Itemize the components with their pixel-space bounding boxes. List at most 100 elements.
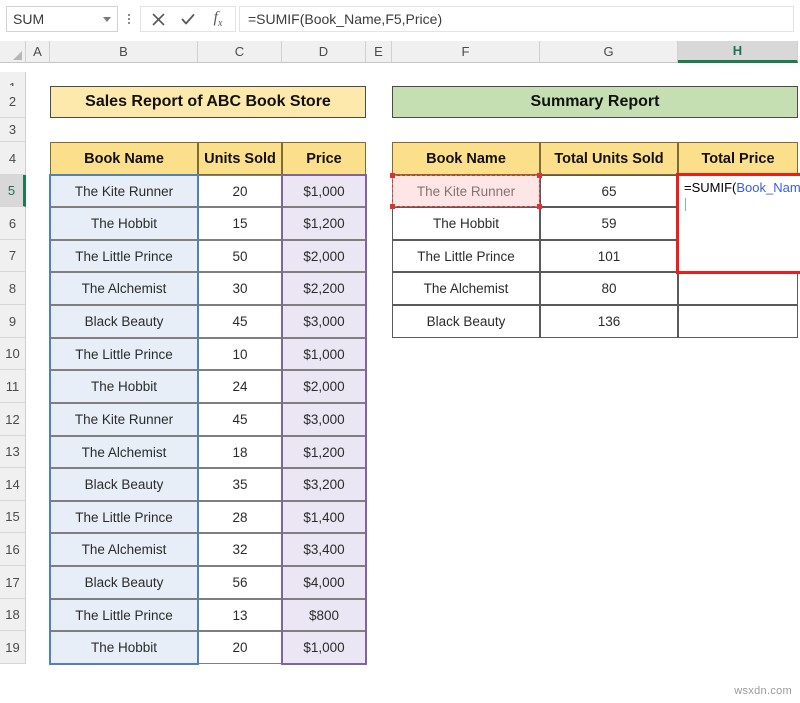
column-header-e[interactable]: E	[366, 41, 392, 63]
left-table-row-8-price[interactable]: $3,000	[282, 403, 366, 436]
summary-table-header-total-price[interactable]: Total Price	[678, 142, 798, 175]
summary-row-4-units[interactable]: 80	[540, 272, 678, 305]
left-table-row-15-units[interactable]: 20	[198, 631, 282, 664]
left-table-row-13-price[interactable]: $4,000	[282, 566, 366, 599]
formula-editing-cell-h5[interactable]: =SUMIF(Book_Name,F5,Price)	[676, 173, 800, 274]
left-table-row-1-units[interactable]: 20	[198, 175, 282, 207]
left-table-row-6-units[interactable]: 10	[198, 338, 282, 370]
row-header-19[interactable]: 19	[0, 631, 26, 664]
confirm-icon[interactable]	[173, 7, 203, 31]
summary-row-2-book[interactable]: The Hobbit	[392, 207, 540, 240]
select-all-corner[interactable]	[0, 41, 26, 63]
column-header-c[interactable]: C	[198, 41, 282, 63]
summary-row-1-units[interactable]: 65	[540, 175, 678, 207]
left-table-row-10-price[interactable]: $3,200	[282, 468, 366, 501]
left-table-row-1-price[interactable]: $1,000	[282, 175, 366, 207]
row-header-8[interactable]: 8	[0, 272, 26, 305]
summary-row-5-book[interactable]: Black Beauty	[392, 305, 540, 338]
left-table-row-14-price[interactable]: $800	[282, 599, 366, 631]
left-table-row-5-units[interactable]: 45	[198, 305, 282, 338]
left-table-row-15-book[interactable]: The Hobbit	[50, 631, 198, 664]
summary-row-4-book[interactable]: The Alchemist	[392, 272, 540, 305]
summary-row-5-total[interactable]	[678, 305, 798, 338]
left-table-row-12-price[interactable]: $3,400	[282, 533, 366, 566]
row-header-2[interactable]: 2	[0, 86, 26, 118]
column-header-a[interactable]: A	[26, 41, 50, 63]
row-header-14[interactable]: 14	[0, 468, 26, 501]
row-header-6[interactable]: 6	[0, 207, 26, 240]
left-table-title[interactable]: Sales Report of ABC Book Store	[50, 86, 366, 118]
left-table-row-9-price[interactable]: $1,200	[282, 436, 366, 468]
left-table-row-6-book[interactable]: The Little Prince	[50, 338, 198, 370]
row-header-17[interactable]: 17	[0, 566, 26, 599]
left-table-row-2-price[interactable]: $1,200	[282, 207, 366, 240]
row-header-3[interactable]: 3	[0, 118, 26, 142]
summary-row-5-units[interactable]: 136	[540, 305, 678, 338]
left-table-row-9-units[interactable]: 18	[198, 436, 282, 468]
left-table-row-2-units[interactable]: 15	[198, 207, 282, 240]
column-header-f[interactable]: F	[392, 41, 540, 63]
spreadsheet-grid: ABCDEFGH 12345678910111213141516171819 S…	[0, 41, 800, 703]
left-table-row-13-units[interactable]: 56	[198, 566, 282, 599]
summary-table-title[interactable]: Summary Report	[392, 86, 798, 118]
left-table-row-6-price[interactable]: $1,000	[282, 338, 366, 370]
left-table-row-7-book[interactable]: The Hobbit	[50, 370, 198, 403]
left-table-row-3-units[interactable]: 50	[198, 240, 282, 272]
summary-table-header-book-name[interactable]: Book Name	[392, 142, 540, 175]
left-table-row-5-book[interactable]: Black Beauty	[50, 305, 198, 338]
row-header-15[interactable]: 15	[0, 501, 26, 533]
left-table-row-9-book[interactable]: The Alchemist	[50, 436, 198, 468]
left-table-header-units-sold[interactable]: Units Sold	[198, 142, 282, 175]
summary-row-3-units[interactable]: 101	[540, 240, 678, 272]
cancel-icon[interactable]	[143, 7, 173, 31]
left-table-row-4-book[interactable]: The Alchemist	[50, 272, 198, 305]
summary-table-header-total-units-sold[interactable]: Total Units Sold	[540, 142, 678, 175]
formula-input[interactable]: =SUMIF(Book_Name,F5,Price)	[239, 6, 794, 32]
left-table-row-14-book[interactable]: The Little Prince	[50, 599, 198, 631]
left-table-row-8-units[interactable]: 45	[198, 403, 282, 436]
row-header-18[interactable]: 18	[0, 599, 26, 631]
row-header-11[interactable]: 11	[0, 370, 26, 403]
left-table-row-14-units[interactable]: 13	[198, 599, 282, 631]
selected-cell-f5[interactable]	[392, 175, 540, 207]
left-table-row-15-price[interactable]: $1,000	[282, 631, 366, 664]
left-table-row-10-units[interactable]: 35	[198, 468, 282, 501]
row-header-7[interactable]: 7	[0, 240, 26, 272]
fx-icon[interactable]: fx	[203, 7, 233, 31]
row-header-13[interactable]: 13	[0, 436, 26, 468]
left-table-row-12-book[interactable]: The Alchemist	[50, 533, 198, 566]
summary-row-3-book[interactable]: The Little Prince	[392, 240, 540, 272]
summary-row-4-total[interactable]	[678, 272, 798, 305]
row-header-4[interactable]: 4	[0, 142, 26, 175]
left-table-row-7-units[interactable]: 24	[198, 370, 282, 403]
left-table-row-3-book[interactable]: The Little Prince	[50, 240, 198, 272]
left-table-row-11-price[interactable]: $1,400	[282, 501, 366, 533]
left-table-row-4-price[interactable]: $2,200	[282, 272, 366, 305]
left-table-row-5-price[interactable]: $3,000	[282, 305, 366, 338]
summary-row-2-units[interactable]: 59	[540, 207, 678, 240]
left-table-row-11-units[interactable]: 28	[198, 501, 282, 533]
name-box[interactable]: SUM	[6, 6, 118, 32]
row-header-16[interactable]: 16	[0, 533, 26, 566]
column-header-g[interactable]: G	[540, 41, 678, 63]
left-table-row-1-book[interactable]: The Kite Runner	[50, 175, 198, 207]
column-header-h[interactable]: H	[678, 41, 798, 63]
chevron-down-icon[interactable]	[103, 17, 111, 22]
left-table-header-book-name[interactable]: Book Name	[50, 142, 198, 175]
left-table-row-13-book[interactable]: Black Beauty	[50, 566, 198, 599]
left-table-row-3-price[interactable]: $2,000	[282, 240, 366, 272]
left-table-row-2-book[interactable]: The Hobbit	[50, 207, 198, 240]
left-table-row-7-price[interactable]: $2,000	[282, 370, 366, 403]
left-table-row-10-book[interactable]: Black Beauty	[50, 468, 198, 501]
row-header-12[interactable]: 12	[0, 403, 26, 436]
column-header-b[interactable]: B	[50, 41, 198, 63]
left-table-row-12-units[interactable]: 32	[198, 533, 282, 566]
row-header-5[interactable]: 5	[0, 175, 26, 207]
row-header-10[interactable]: 10	[0, 338, 26, 370]
column-header-d[interactable]: D	[282, 41, 366, 63]
left-table-row-8-book[interactable]: The Kite Runner	[50, 403, 198, 436]
left-table-row-4-units[interactable]: 30	[198, 272, 282, 305]
left-table-row-11-book[interactable]: The Little Prince	[50, 501, 198, 533]
row-header-9[interactable]: 9	[0, 305, 26, 338]
left-table-header-price[interactable]: Price	[282, 142, 366, 175]
